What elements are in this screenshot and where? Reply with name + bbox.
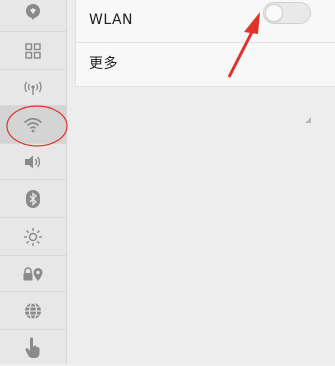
sidebar-item-accessibility[interactable] [0, 330, 66, 366]
sidebar-item-language[interactable] [0, 292, 66, 330]
more-row[interactable]: 更多 [76, 43, 335, 123]
sidebar-item-sound[interactable] [0, 144, 66, 180]
sidebar-item-wlan[interactable] [0, 106, 66, 144]
sidebar [0, 0, 67, 364]
expand-corner-icon [305, 117, 311, 123]
sidebar-item-location[interactable] [0, 0, 66, 32]
wlan-toggle-knob [265, 4, 283, 22]
sidebar-item-apps[interactable] [0, 32, 66, 70]
wlan-toggle[interactable] [263, 2, 311, 24]
sidebar-item-bluetooth[interactable] [0, 180, 66, 218]
location-icon [26, 3, 40, 20]
lock-location-icon [23, 266, 43, 281]
brightness-icon [24, 227, 42, 246]
globe-icon [25, 301, 41, 320]
sidebar-item-display[interactable] [0, 218, 66, 256]
grid-icon [25, 42, 41, 59]
network-card: WLAN 更多 [75, 0, 335, 123]
bluetooth-icon [26, 189, 40, 208]
wifi-icon [23, 117, 43, 132]
speaker-icon [25, 155, 41, 168]
sidebar-item-security-location[interactable] [0, 256, 66, 292]
settings-panel: WLAN 更多 [67, 0, 335, 364]
sidebar-item-mobile-network[interactable] [0, 70, 66, 106]
wlan-row[interactable]: WLAN [76, 0, 335, 43]
antenna-icon [24, 81, 42, 95]
more-label: 更多 [89, 56, 118, 72]
wlan-label: WLAN [89, 12, 134, 28]
hand-pointer-icon [25, 337, 40, 358]
